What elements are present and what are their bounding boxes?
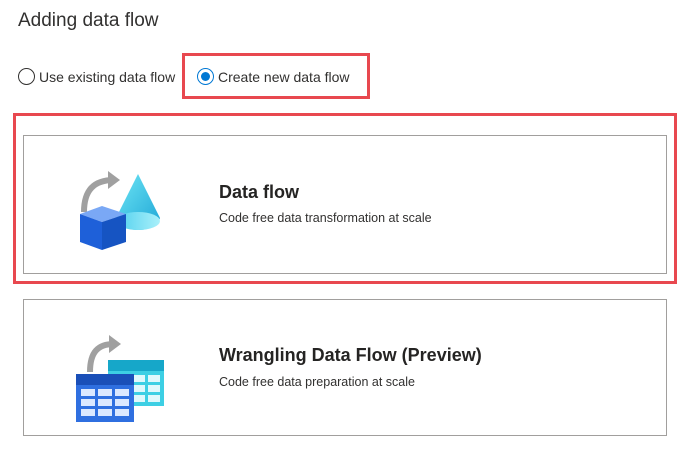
wrangling-data-flow-title: Wrangling Data Flow (Preview) — [219, 345, 482, 365]
page-title: Adding data flow — [18, 10, 159, 31]
radio-highlight-box — [182, 53, 370, 99]
card-highlight-box — [13, 113, 677, 284]
use-existing-radio[interactable]: Use existing data flow — [18, 68, 175, 85]
wrangling-data-flow-icon — [76, 332, 168, 429]
radio-unchecked-icon[interactable] — [18, 68, 35, 85]
use-existing-label: Use existing data flow — [39, 68, 176, 85]
wrangling-data-flow-description: Code free data preparation at scale — [219, 375, 415, 389]
wrangling-data-flow-card[interactable]: Wrangling Data Flow (Preview) Code free … — [23, 299, 667, 436]
